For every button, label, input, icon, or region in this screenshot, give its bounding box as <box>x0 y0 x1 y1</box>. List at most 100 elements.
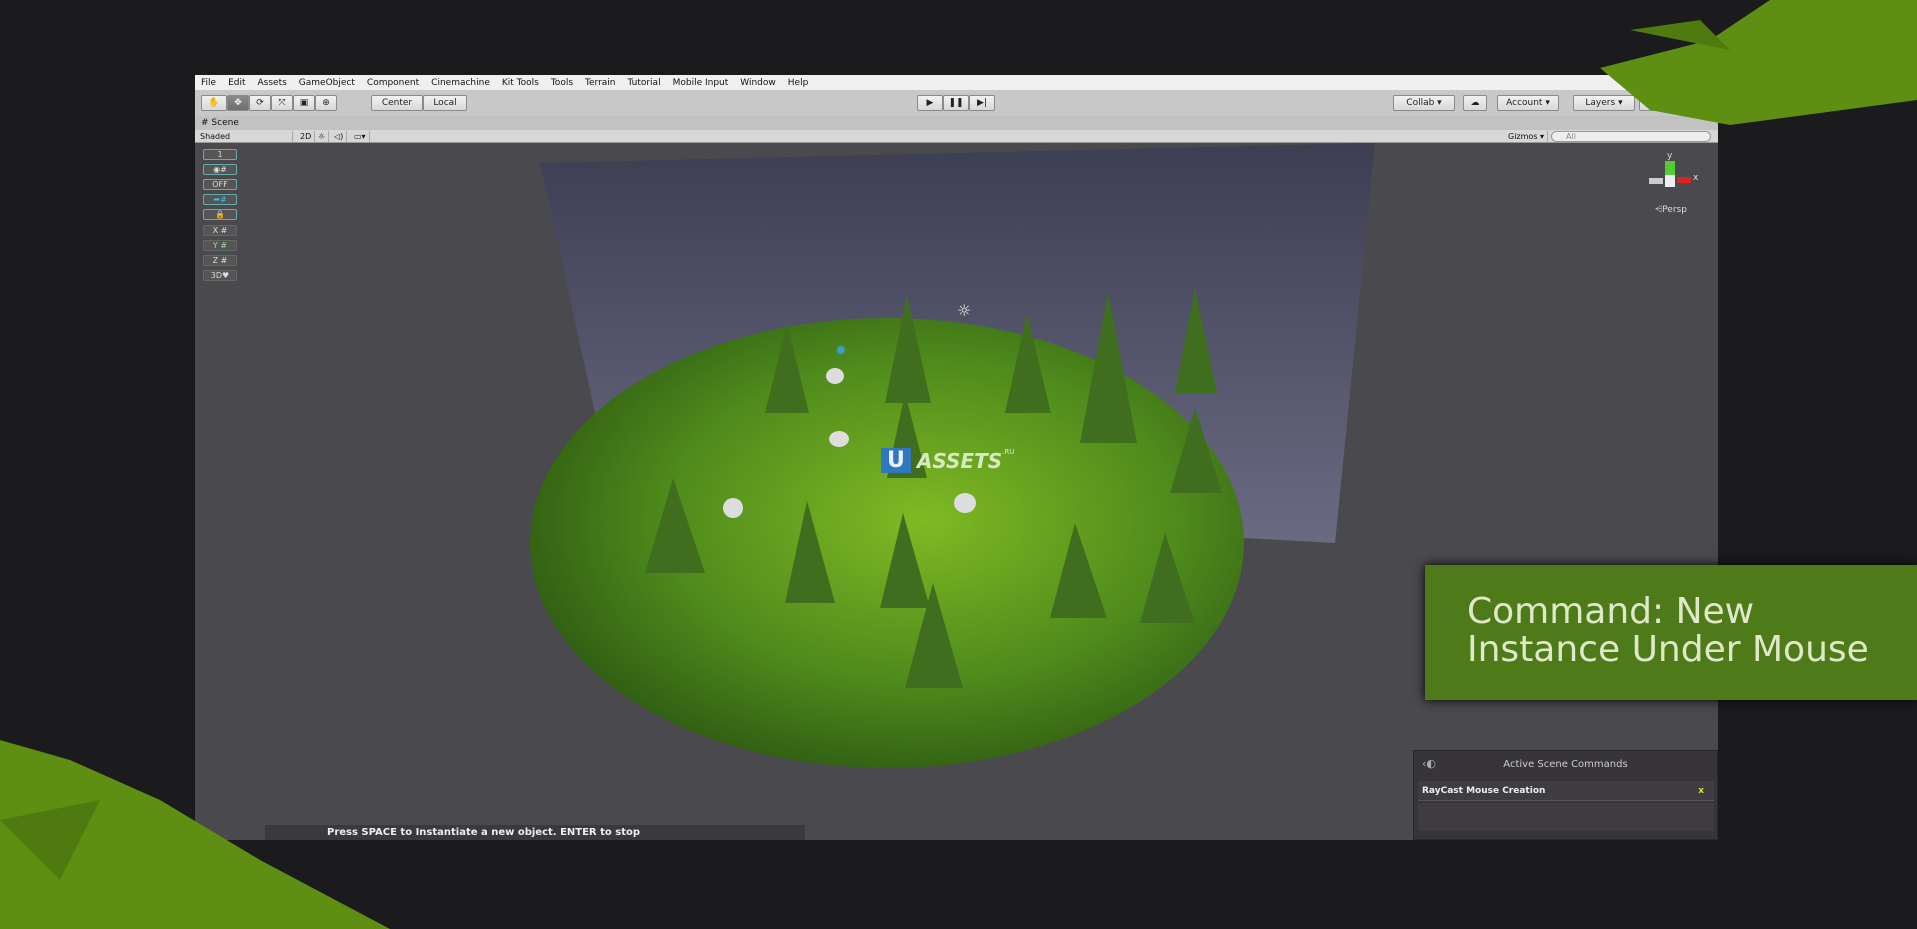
command-label: RayCast Mouse Creation <box>1422 786 1546 796</box>
off-toggle[interactable]: OFF <box>203 179 237 190</box>
y-label: Y <box>212 241 218 250</box>
shading-label: Shaded <box>200 132 231 141</box>
menu-bar: File Edit Assets GameObject Component Ci… <box>195 75 1718 90</box>
scene-viewport[interactable]: ☼ ✹ U ASSETS .RU 1 ◉# OFF ➡# 🔒 X # Y # Z… <box>195 143 1718 840</box>
scene-tab[interactable]: # Scene <box>195 116 1718 130</box>
menu-tutorial[interactable]: Tutorial <box>621 78 666 88</box>
step-button[interactable]: ▶| <box>969 95 995 111</box>
panel-title: Active Scene Commands <box>1503 759 1628 770</box>
side-button-1[interactable]: 1 <box>203 149 237 160</box>
lock-toggle[interactable]: 🔒 <box>203 209 237 220</box>
3d-toggle[interactable]: 3D♥ <box>203 270 237 281</box>
visibility-toggle[interactable]: ◉# <box>203 164 237 175</box>
persp-label[interactable]: ⩤Persp <box>1655 205 1687 215</box>
banner-line-1: Command: New <box>1467 591 1755 632</box>
hand-tool-button[interactable]: ✋ <box>201 95 227 111</box>
menu-file[interactable]: File <box>195 78 222 88</box>
account-label: Account <box>1506 98 1543 108</box>
watermark-u: U <box>881 448 911 473</box>
rotate-tool-button[interactable]: ⟳ <box>249 95 271 111</box>
collab-label: Collab <box>1406 98 1435 108</box>
active-scene-commands-panel: ‹◐ Active Scene Commands RayCast Mouse C… <box>1413 750 1718 840</box>
gizmo-center-cube <box>1665 175 1675 187</box>
x-label: X <box>212 226 219 235</box>
scale-icon: ⤧ <box>278 98 286 108</box>
gizmo-neg-x-cone <box>1649 178 1663 184</box>
watermark-logo: U ASSETS .RU <box>881 448 1014 473</box>
pivot-center-button[interactable]: Center <box>371 95 423 111</box>
gizmo-x-label: x <box>1693 173 1699 183</box>
move-tool-button[interactable]: ✥ <box>227 95 249 111</box>
local-label: Local <box>433 98 457 108</box>
2d-toggle[interactable]: 2D <box>297 131 316 142</box>
sun-icon: ☼ <box>318 132 326 141</box>
menu-cinemachine[interactable]: Cinemachine <box>425 78 496 88</box>
pause-button[interactable]: ❚❚ <box>943 95 969 111</box>
3d-label: 3D <box>210 271 223 280</box>
side-label: 1 <box>217 150 223 159</box>
lighting-toggle[interactable]: ☼ <box>315 131 330 142</box>
panel-collapse-icon[interactable]: ‹◐ <box>1422 757 1436 770</box>
scene-render: ☼ ✹ <box>530 143 1375 768</box>
menu-assets[interactable]: Assets <box>252 78 293 88</box>
cloud-icon: ☁ <box>1470 98 1480 108</box>
search-placeholder: All <box>1566 132 1576 141</box>
watermark-text: ASSETS <box>916 448 1003 473</box>
transform-icon: ⊕ <box>322 98 330 108</box>
gizmos-dropdown[interactable]: Gizmos ▾ <box>1505 131 1549 142</box>
2d-label: 2D <box>300 132 312 141</box>
gizmo-x-cone <box>1677 177 1691 183</box>
scale-tool-button[interactable]: ⤧ <box>271 95 293 111</box>
snap-toggle[interactable]: ➡# <box>203 194 237 205</box>
axis-z-toggle[interactable]: Z # <box>203 255 237 266</box>
menu-mobile-input[interactable]: Mobile Input <box>667 78 735 88</box>
remove-command-button[interactable]: x <box>1698 781 1704 801</box>
eye-icon: ◉# <box>213 165 227 174</box>
leaf-decoration-top-right <box>1600 0 1917 125</box>
menu-window[interactable]: Window <box>734 78 782 88</box>
play-icon: ▶ <box>926 98 934 108</box>
main-toolbar: ✋ ✥ ⟳ ⤧ ▣ ⊕ Center Local ▶ ❚❚ ▶| Collab … <box>195 90 1718 116</box>
gizmo-y-cone <box>1665 161 1675 175</box>
cloud-button[interactable]: ☁ <box>1463 95 1487 111</box>
axis-y-toggle[interactable]: Y # <box>203 240 237 251</box>
play-button[interactable]: ▶ <box>917 95 943 111</box>
z-label: Z <box>212 256 219 265</box>
gizmo-y-label: y <box>1667 151 1673 161</box>
rect-tool-button[interactable]: ▣ <box>293 95 315 111</box>
menu-help[interactable]: Help <box>782 78 815 88</box>
transform-tool-button[interactable]: ⊕ <box>315 95 337 111</box>
effects-dropdown[interactable]: ▭▾ <box>351 131 370 142</box>
menu-edit[interactable]: Edit <box>222 78 251 88</box>
menu-kit-tools[interactable]: Kit Tools <box>496 78 545 88</box>
unity-editor-window: File Edit Assets GameObject Component Ci… <box>195 75 1718 840</box>
collab-dropdown[interactable]: Collab ▾ <box>1393 95 1455 111</box>
center-label: Center <box>381 98 413 108</box>
arrow-grid-icon: ➡# <box>213 195 227 204</box>
step-icon: ▶| <box>977 98 987 108</box>
watermark-ru: .RU <box>1002 448 1015 456</box>
light-probe-icon: ✹ <box>835 343 847 359</box>
scene-search-input[interactable]: All <box>1551 131 1711 142</box>
light-gizmo-icon: ☼ <box>957 301 971 320</box>
menu-gameobject[interactable]: GameObject <box>293 78 361 88</box>
rect-icon: ▣ <box>299 98 309 108</box>
axis-x-toggle[interactable]: X # <box>203 225 237 236</box>
shading-mode-dropdown[interactable]: Shaded <box>197 131 293 142</box>
orientation-gizmo[interactable]: y x ⩤Persp <box>1645 151 1705 221</box>
grass-terrain <box>530 318 1244 768</box>
image-icon: ▭▾ <box>354 132 366 141</box>
banner-line-2: Instance Under Mouse <box>1467 629 1869 670</box>
menu-terrain[interactable]: Terrain <box>579 78 621 88</box>
pivot-local-button[interactable]: Local <box>423 95 467 111</box>
pause-icon: ❚❚ <box>948 98 964 108</box>
rotate-icon: ⟳ <box>256 98 264 108</box>
hand-icon: ✋ <box>208 98 220 108</box>
menu-component[interactable]: Component <box>361 78 425 88</box>
scene-tab-label: Scene <box>211 118 239 128</box>
menu-tools[interactable]: Tools <box>545 78 579 88</box>
command-row: RayCast Mouse Creation x <box>1418 781 1714 801</box>
feature-banner: Command: New Instance Under Mouse <box>1425 565 1917 700</box>
account-dropdown[interactable]: Account ▾ <box>1497 95 1559 111</box>
audio-toggle[interactable]: ◁) <box>331 131 348 142</box>
